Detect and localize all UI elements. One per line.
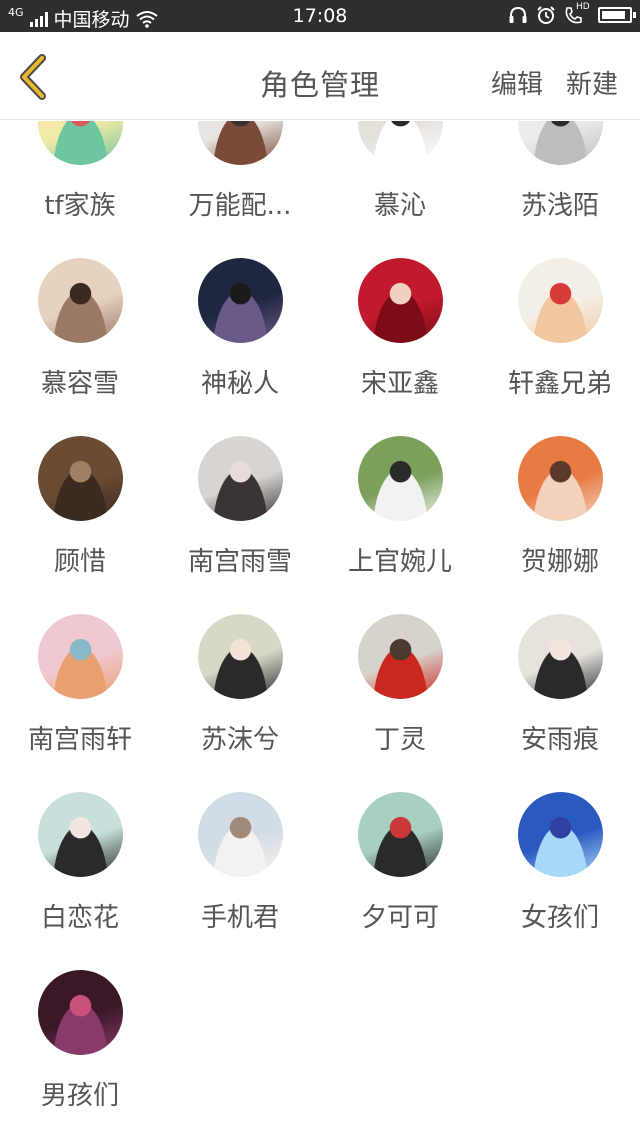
status-right: HD <box>508 2 636 25</box>
page-title: 角色管理 <box>259 68 380 102</box>
role-item[interactable]: 贺娜娜 <box>480 436 640 614</box>
role-name: 苏浅陌 <box>520 191 599 221</box>
role-name: 南宫雨雪 <box>187 547 292 577</box>
role-avatar[interactable] <box>38 121 123 165</box>
role-item[interactable]: 白恋花 <box>0 792 160 970</box>
role-avatar[interactable] <box>198 436 283 521</box>
role-name: 女孩们 <box>520 903 599 933</box>
role-name: 顾惜 <box>53 547 106 577</box>
role-item[interactable]: 轩鑫兄弟 <box>480 258 640 436</box>
role-avatar[interactable] <box>198 121 283 165</box>
role-avatar[interactable] <box>358 121 443 165</box>
role-avatar[interactable] <box>518 436 603 521</box>
phone-hd-icon: HD <box>564 2 590 25</box>
role-avatar[interactable] <box>518 258 603 343</box>
role-item[interactable]: 宋亚鑫 <box>320 258 480 436</box>
role-name: 上官婉儿 <box>347 547 452 577</box>
role-avatar[interactable] <box>38 436 123 521</box>
role-name: 手机君 <box>200 903 279 933</box>
role-avatar[interactable] <box>358 258 443 343</box>
role-avatar[interactable] <box>358 792 443 877</box>
new-button[interactable]: 新建 <box>566 64 618 101</box>
edit-button[interactable]: 编辑 <box>491 64 543 101</box>
role-item[interactable]: 夕可可 <box>320 792 480 970</box>
role-avatar[interactable] <box>198 258 283 343</box>
role-name: 丁灵 <box>373 725 426 755</box>
role-name: 苏沫兮 <box>200 725 279 755</box>
role-item[interactable]: 丁灵 <box>320 614 480 792</box>
role-name: 慕沁 <box>373 191 426 221</box>
role-avatar[interactable] <box>518 614 603 699</box>
role-item[interactable]: 手机君 <box>160 792 320 970</box>
role-avatar[interactable] <box>518 792 603 877</box>
role-name: 南宫雨轩 <box>27 725 132 755</box>
role-item[interactable]: 慕容雪 <box>0 258 160 436</box>
role-name: 安雨痕 <box>520 725 599 755</box>
role-name: 男孩们 <box>40 1081 119 1111</box>
role-name: 慕容雪 <box>40 369 119 399</box>
role-name: 贺娜娜 <box>520 547 599 577</box>
role-item[interactable]: 苏沫兮 <box>160 614 320 792</box>
role-name: 白恋花 <box>40 903 119 933</box>
role-item[interactable]: tf家族 <box>0 121 160 258</box>
role-avatar[interactable] <box>38 614 123 699</box>
role-avatar[interactable] <box>38 258 123 343</box>
role-name: tf家族 <box>44 191 116 221</box>
role-avatar[interactable] <box>198 792 283 877</box>
role-name: 神秘人 <box>200 369 279 399</box>
role-name: 轩鑫兄弟 <box>507 369 612 399</box>
role-name: 夕可可 <box>360 903 439 933</box>
status-bar: 4G 中国移动 17:08 HD <box>0 0 640 32</box>
role-item[interactable]: 南宫雨雪 <box>160 436 320 614</box>
role-avatar[interactable] <box>38 970 123 1055</box>
title-bar: 角色管理 编辑 新建 <box>0 32 640 120</box>
role-item[interactable]: 女孩们 <box>480 792 640 970</box>
role-avatar[interactable] <box>518 121 603 165</box>
role-avatar[interactable] <box>38 792 123 877</box>
alarm-icon <box>537 6 555 24</box>
role-grid-viewport[interactable]: tf家族 万能配... 慕沁 苏浅陌慕容雪 神秘人 宋亚鑫 轩鑫兄弟顾惜 南宫雨雪 上官婉儿 贺娜… <box>0 121 640 1138</box>
role-item[interactable]: 苏浅陌 <box>480 121 640 258</box>
role-avatar[interactable] <box>198 614 283 699</box>
headset-icon <box>509 6 527 23</box>
role-avatar[interactable] <box>358 614 443 699</box>
role-item[interactable]: 慕沁 <box>320 121 480 258</box>
role-item[interactable]: 神秘人 <box>160 258 320 436</box>
role-item[interactable]: 顾惜 <box>0 436 160 614</box>
role-item[interactable]: 南宫雨轩 <box>0 614 160 792</box>
role-item[interactable]: 万能配... <box>160 121 320 258</box>
role-grid: tf家族 万能配... 慕沁 苏浅陌慕容雪 神秘人 宋亚鑫 轩鑫兄弟顾惜 南宫雨雪 上官婉儿 贺娜… <box>0 121 640 1138</box>
role-name: 万能配... <box>188 191 292 221</box>
role-item[interactable]: 上官婉儿 <box>320 436 480 614</box>
battery-icon <box>598 7 636 23</box>
role-name: 宋亚鑫 <box>360 369 439 399</box>
role-item[interactable]: 安雨痕 <box>480 614 640 792</box>
role-avatar[interactable] <box>358 436 443 521</box>
role-item[interactable]: 男孩们 <box>0 970 160 1138</box>
